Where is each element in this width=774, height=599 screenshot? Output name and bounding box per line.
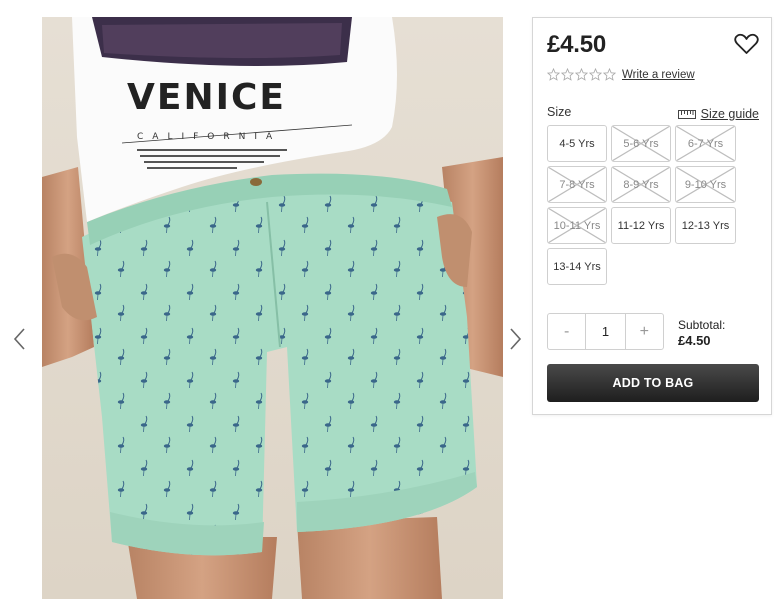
star-outline-icon[interactable] [561,68,574,81]
size-guide-link[interactable]: Size guide [677,107,759,121]
heart-icon [734,33,759,54]
chevron-left-icon [13,328,25,350]
size-option[interactable]: 6-7 Yrs [675,125,736,162]
star-outline-icon[interactable] [547,68,560,81]
size-option-label: 7-8 Yrs [559,178,595,191]
size-option-label: 6-7 Yrs [687,137,724,150]
rating-row: Write a review [547,68,695,81]
size-option[interactable]: 7-8 Yrs [547,166,607,203]
product-price: £4.50 [547,31,607,58]
quantity-increase-button[interactable]: + [626,314,663,349]
ruler-icon [677,109,696,119]
svg-text:VENICE: VENICE [127,77,286,118]
quantity-input[interactable]: 1 [585,314,626,349]
size-option[interactable]: 8-9 Yrs [611,166,671,203]
size-option-label: 5-6 Yrs [623,137,659,150]
subtotal-amount: £4.50 [678,333,711,348]
size-option[interactable]: 13-14 Yrs [547,248,607,285]
size-label: Size [547,105,572,119]
wishlist-button[interactable] [734,33,759,55]
size-options: 4-5 Yrs 5-6 Yrs 6-7 Yrs 7-8 Yrs 8-9 Yrs 9-10 … [547,125,737,285]
quantity-stepper: - 1 + [547,313,664,350]
size-option-label: 8-9 Yrs [623,178,659,191]
size-option-label: 4-5 Yrs [559,137,595,150]
size-option[interactable]: 10-11 Yrs [547,207,607,244]
size-option[interactable]: 9-10 Yrs [675,166,736,203]
size-option[interactable]: 4-5 Yrs [547,125,607,162]
star-outline-icon[interactable] [575,68,588,81]
subtotal-label: Subtotal: [678,318,726,332]
purchase-panel: £4.50 Write a review Size Size guide 4-5… [532,17,772,415]
previous-image-button[interactable] [10,326,30,352]
quantity-decrease-button[interactable]: - [548,314,585,349]
size-option-label: 13-14 Yrs [553,260,601,273]
size-option-label: 12-13 Yrs [681,219,730,232]
star-outline-icon[interactable] [603,68,616,81]
next-image-button[interactable] [505,326,525,352]
chevron-right-icon [510,328,522,350]
product-photo-illustration: VENICE CALIFORNIA [42,17,503,599]
add-to-bag-button[interactable]: ADD TO BAG [547,364,759,402]
size-option[interactable]: 5-6 Yrs [611,125,671,162]
size-option[interactable]: 12-13 Yrs [675,207,736,244]
size-option-label: 10-11 Yrs [553,219,601,232]
product-image[interactable]: VENICE CALIFORNIA [42,17,503,599]
subtotal: Subtotal: £4.50 [678,317,725,349]
write-review-link[interactable]: Write a review [622,69,695,81]
size-option-label: 9-10 Yrs [684,178,727,191]
size-option-label: 11-12 Yrs [617,219,665,232]
size-option[interactable]: 11-12 Yrs [611,207,671,244]
star-outline-icon[interactable] [589,68,602,81]
size-guide-label: Size guide [700,107,759,121]
